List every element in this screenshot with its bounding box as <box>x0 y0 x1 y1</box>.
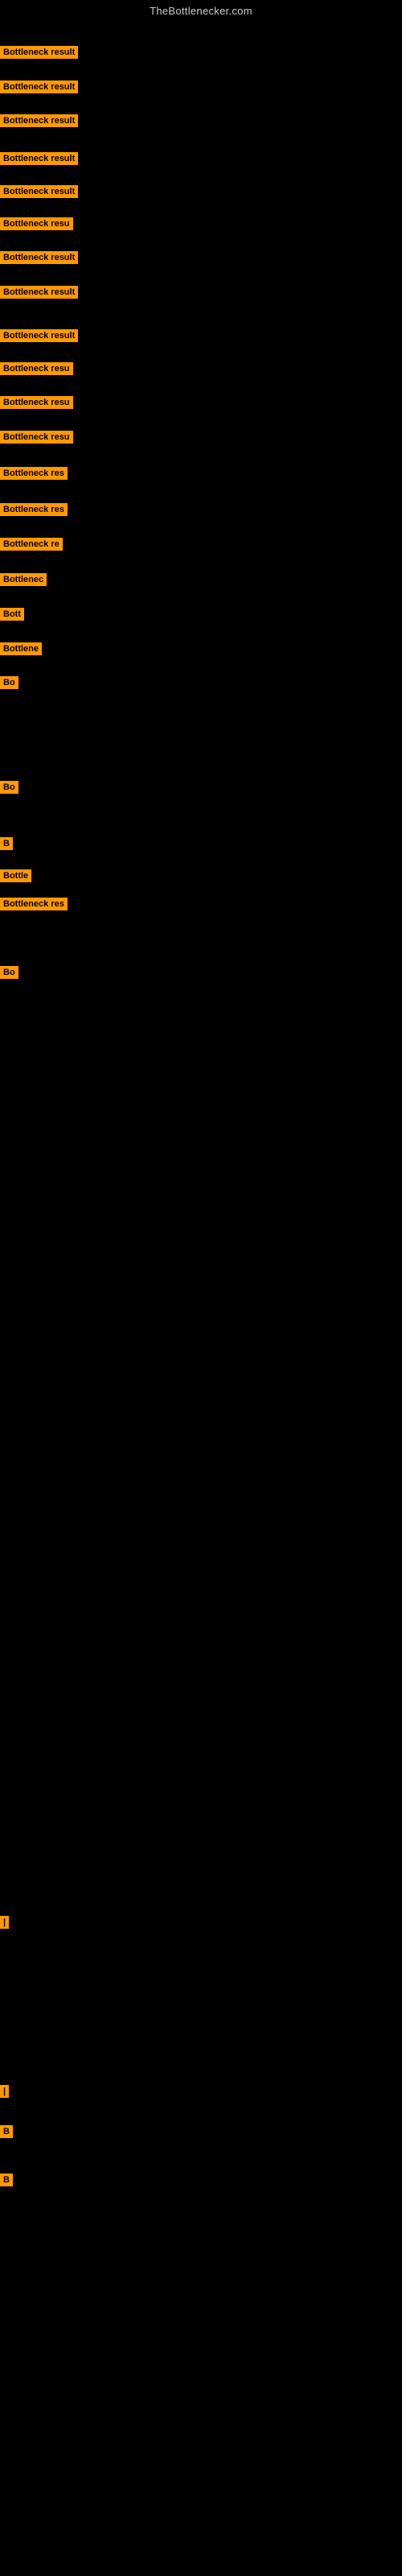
bottleneck-label-6: Bottleneck result <box>0 251 78 268</box>
bottleneck-label-18: Bo <box>0 676 18 693</box>
site-title: TheBottlenecker.com <box>0 0 402 22</box>
bottleneck-label-26: B <box>0 2125 13 2142</box>
bottleneck-label-13: Bottleneck res <box>0 503 68 520</box>
bottleneck-label-3: Bottleneck result <box>0 152 78 169</box>
bottleneck-label-9: Bottleneck resu <box>0 362 73 379</box>
bottleneck-label-21: Bottle <box>0 869 31 886</box>
bottleneck-label-14: Bottleneck re <box>0 538 63 555</box>
bottleneck-label-15: Bottlenec <box>0 573 47 590</box>
bottleneck-label-17: Bottlene <box>0 642 42 659</box>
bottleneck-label-20: B <box>0 837 13 854</box>
bottleneck-label-12: Bottleneck res <box>0 467 68 484</box>
bottleneck-label-7: Bottleneck result <box>0 286 78 303</box>
bottleneck-label-10: Bottleneck resu <box>0 396 73 413</box>
bottleneck-label-25: | <box>0 2085 9 2102</box>
bottleneck-label-24: | <box>0 1916 9 1933</box>
bottleneck-label-1: Bottleneck result <box>0 80 78 97</box>
bottleneck-label-2: Bottleneck result <box>0 114 78 131</box>
bottleneck-label-8: Bottleneck result <box>0 329 78 346</box>
bottleneck-label-23: Bo <box>0 966 18 983</box>
bottleneck-label-11: Bottleneck resu <box>0 431 73 448</box>
bottleneck-label-16: Bott <box>0 608 24 625</box>
bottleneck-label-19: Bo <box>0 781 18 798</box>
bottleneck-label-4: Bottleneck result <box>0 185 78 202</box>
bottleneck-label-22: Bottleneck res <box>0 898 68 914</box>
bottleneck-label-0: Bottleneck result <box>0 46 78 63</box>
bottleneck-label-27: B <box>0 2174 13 2190</box>
bottleneck-label-5: Bottleneck resu <box>0 217 73 234</box>
